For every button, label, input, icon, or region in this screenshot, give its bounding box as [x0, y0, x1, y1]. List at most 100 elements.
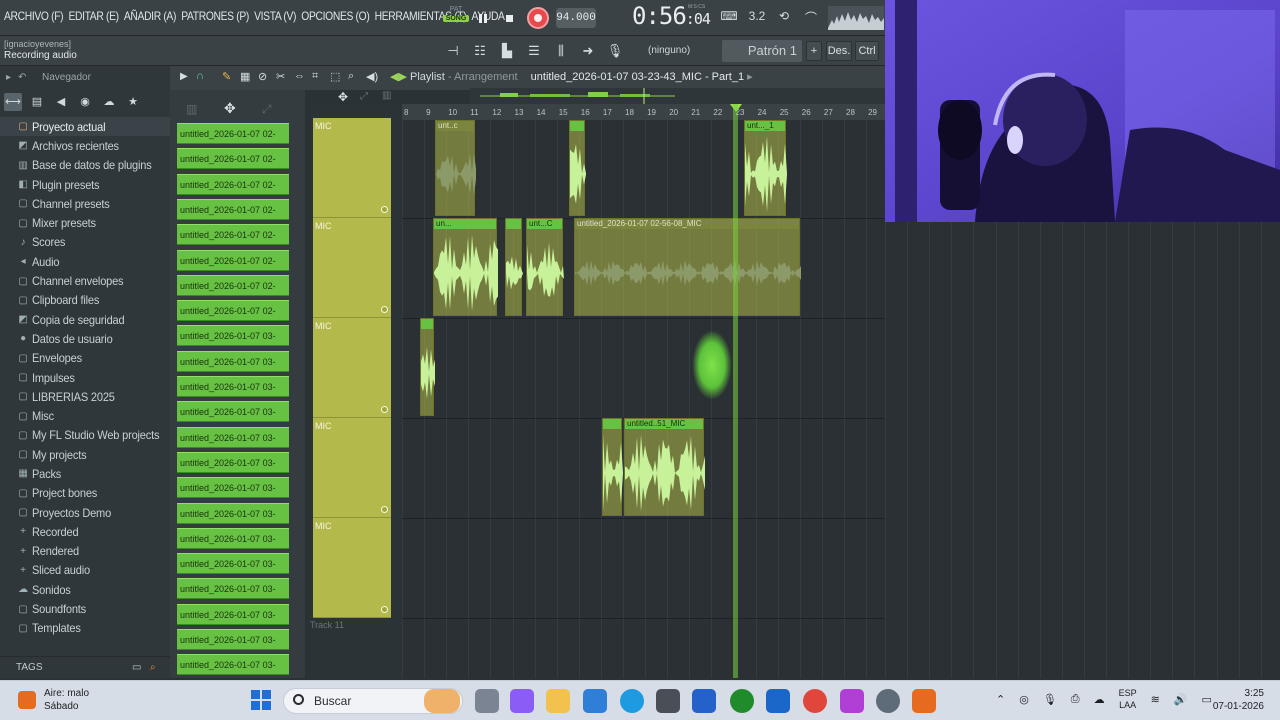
audio-clip-label[interactable] — [506, 219, 521, 229]
snap-icon[interactable]: ⊣ — [442, 41, 464, 61]
browser-item[interactable]: ◧ Plugin presets — [0, 175, 170, 194]
audio-clip[interactable]: unt..c — [435, 120, 476, 216]
track-arm-indicator[interactable] — [381, 306, 388, 313]
playlist-grid[interactable]: unt..c unt..._1 un... unt...C untitled_2026-… — [402, 120, 885, 678]
weather-widget[interactable]: Aire: malo Sábado — [18, 687, 89, 713]
menu-editar[interactable]: EDITAR (E) — [68, 9, 119, 23]
audio-clip[interactable]: unt..._1 — [744, 120, 787, 216]
audio-clip-source[interactable]: untitled_2026-01-07 03- — [177, 451, 289, 473]
browser-item[interactable]: ▢ Misc — [0, 406, 170, 425]
copilot-icon[interactable] — [510, 689, 534, 713]
browser-item[interactable]: ▦ Packs — [0, 464, 170, 483]
wifi-icon[interactable]: ≋ — [1151, 693, 1160, 706]
audio-clip[interactable]: un... — [433, 218, 498, 316]
audio-clip[interactable]: unt...C — [526, 218, 564, 316]
delete-icon[interactable]: ⊘ — [258, 70, 267, 83]
browser-item[interactable]: ◩ Copia de seguridad — [0, 310, 170, 329]
slip-icon[interactable]: ⇔ — [294, 70, 305, 82]
browser-item[interactable]: ◂ Audio — [0, 252, 170, 271]
audio-clip[interactable] — [569, 120, 586, 216]
browser-item[interactable]: ● Datos de usuario — [0, 329, 170, 348]
audio-clip-source[interactable]: untitled_2026-01-07 03- — [177, 477, 289, 499]
visual-studio-icon[interactable] — [692, 689, 716, 713]
audio-clip-label[interactable]: un... — [434, 219, 496, 229]
browser-item[interactable]: ▢ Mixer presets — [0, 213, 170, 232]
audio-clip-source[interactable]: untitled_2026-01-07 03- — [177, 578, 289, 600]
track-arm-indicator[interactable] — [381, 606, 388, 613]
browser-item[interactable]: ▢ Soundfonts — [0, 599, 170, 618]
browser-item[interactable]: + Recorded — [0, 522, 170, 541]
browser-item[interactable]: ▢ Channel presets — [0, 194, 170, 213]
audio-clip-label[interactable] — [421, 319, 433, 329]
audio-clip-source[interactable]: untitled_2026-01-07 02- — [177, 198, 289, 220]
star-icon[interactable]: ★ — [124, 93, 142, 111]
all-icon[interactable]: ⟷ — [4, 93, 22, 111]
track-arm-indicator[interactable] — [381, 406, 388, 413]
des-button[interactable]: Des. — [826, 41, 852, 61]
audio-clip-source[interactable]: untitled_2026-01-07 03- — [177, 401, 289, 423]
audio-clip-source[interactable]: untitled_2026-01-07 03- — [177, 350, 289, 372]
chrome-icon[interactable] — [803, 689, 827, 713]
audio-clip-source[interactable]: untitled_2026-01-07 03- — [177, 629, 289, 650]
move-icon[interactable]: ✥ — [224, 100, 236, 117]
playlist-icon[interactable]: ☰ — [523, 41, 545, 61]
track-header[interactable]: MIC — [313, 218, 391, 318]
tray-device-icon[interactable]: ⎙ — [1071, 693, 1080, 706]
pat-song-toggle[interactable]: PAT SONG — [443, 6, 469, 30]
browser-item[interactable]: ▢ Proyecto actual — [0, 117, 170, 137]
audio-clip-source[interactable]: untitled_2026-01-07 03- — [177, 527, 289, 549]
record-button[interactable] — [527, 7, 549, 29]
browser-item[interactable]: ◩ Archivos recientes — [0, 136, 170, 155]
typing-keyboard-icon[interactable]: ⌨ — [718, 9, 740, 27]
browser-item[interactable]: ▢ Clipboard files — [0, 291, 170, 310]
speaker-icon[interactable]: ◀ — [52, 93, 70, 111]
audio-clip-source[interactable]: untitled_2026-01-07 02- — [177, 249, 289, 271]
zoom-icon[interactable]: ⌕ — [348, 70, 354, 83]
audio-clip-label[interactable]: untitled_2026-01-07 02-56-08_MIC — [575, 219, 799, 229]
piano-roll-icon[interactable]: ▙ — [496, 41, 518, 61]
paint-icon[interactable]: ▦ — [240, 70, 250, 83]
track-arm-indicator[interactable] — [381, 206, 388, 213]
stop-button[interactable] — [499, 8, 519, 28]
audio-clip-label[interactable]: unt..c — [436, 121, 474, 131]
menu-patrones[interactable]: PATRONES (P) — [181, 9, 249, 23]
tempo-display[interactable]: 94.000 — [556, 8, 596, 28]
menu-anadir[interactable]: AÑADIR (A) — [124, 9, 177, 23]
audio-clip[interactable] — [420, 318, 435, 416]
channel-rack-icon[interactable]: ☷ — [469, 41, 491, 61]
browser-item[interactable]: ▢ Envelopes — [0, 349, 170, 368]
playback-icon[interactable]: ◀) — [366, 70, 378, 83]
browser-back-icon[interactable]: ↶ — [18, 72, 26, 83]
track-grid-icon[interactable]: ▥ — [382, 90, 391, 101]
language-indicator[interactable]: ESP LAA — [1119, 687, 1137, 711]
audio-clip-label[interactable] — [570, 121, 584, 131]
track-header[interactable]: MIC — [313, 318, 391, 418]
browser-item[interactable]: ▢ Templates — [0, 619, 170, 638]
fl-studio-icon[interactable] — [912, 689, 936, 713]
chevron-up-icon[interactable]: ⌃ — [996, 693, 1005, 706]
add-pattern-button[interactable]: + — [806, 41, 822, 61]
audio-clip[interactable] — [505, 218, 523, 316]
audio-clip-source[interactable]: untitled_2026-01-07 03- — [177, 654, 289, 676]
audio-clip-label[interactable] — [603, 419, 621, 429]
browser-item[interactable]: ▢ Proyectos Demo — [0, 503, 170, 522]
cloud-tab-icon[interactable]: ☁ — [100, 93, 118, 111]
song-overview[interactable] — [470, 88, 885, 104]
arrow-right-icon[interactable]: ➜ — [577, 41, 599, 61]
slice-icon[interactable]: ⌗ — [312, 70, 318, 83]
select-icon[interactable]: ⬚ — [330, 70, 340, 83]
tags-folder-icon[interactable]: ▭ — [132, 657, 141, 679]
news-widget-icon[interactable] — [424, 689, 460, 713]
playlist-menu-arrow-icon[interactable]: ▸ — [747, 71, 753, 83]
timeline-ruler[interactable]: 8 9 10 11 12 13 14 15 16 17 18 19 20 21 22 23 24 25 26 27 28… — [400, 104, 885, 120]
audio-clip-source[interactable]: untitled_2026-01-07 02- — [177, 300, 289, 322]
menu-opciones[interactable]: OPCIONES (O) — [301, 9, 369, 23]
track-header[interactable]: MIC — [313, 118, 391, 218]
audio-clip-source[interactable]: untitled_2026-01-07 03- — [177, 603, 289, 625]
audio-clip-label[interactable]: unt..._1 — [745, 121, 785, 131]
audio-clip-source[interactable]: untitled_2026-01-07 02- — [177, 173, 289, 195]
audio-clip[interactable] — [602, 418, 623, 516]
app-icon[interactable] — [840, 689, 864, 713]
audio-clip-label[interactable]: untitled..51_MIC — [625, 419, 703, 429]
tray-app-icon[interactable]: ◎ — [1019, 693, 1029, 706]
